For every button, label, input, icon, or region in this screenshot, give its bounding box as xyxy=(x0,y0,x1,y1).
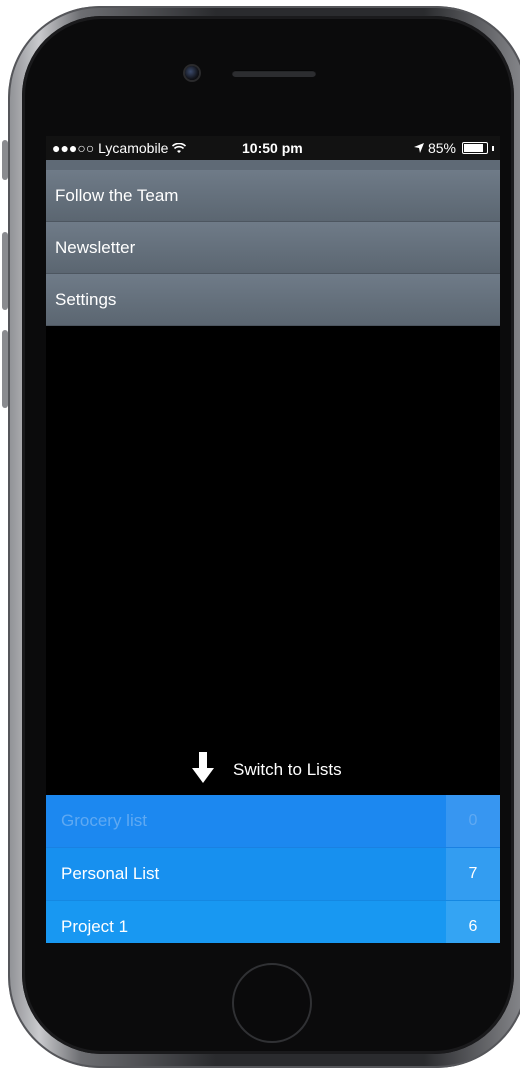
menu-item-follow-the-team[interactable]: Follow the Team xyxy=(46,170,500,222)
battery-icon xyxy=(462,142,488,154)
menu-item-newsletter[interactable]: Newsletter xyxy=(46,222,500,274)
list-name: Project 1 xyxy=(61,917,129,936)
status-time: 10:50 pm xyxy=(242,140,303,156)
home-button[interactable] xyxy=(232,963,312,1043)
list-name: Personal List xyxy=(61,864,160,883)
side-menu: Follow the Team Newsletter Settings xyxy=(46,170,500,326)
lists-panel: Grocery list 0 Personal List 7 Project 1… xyxy=(46,795,500,943)
volume-up-button xyxy=(2,232,8,310)
screen: ●●●○○ Lycamobile 10:50 pm 85% Follow the… xyxy=(46,136,500,943)
wifi-icon xyxy=(172,140,187,156)
front-camera xyxy=(185,66,199,80)
arrow-down-icon xyxy=(192,752,214,784)
list-count: 0 xyxy=(446,795,500,847)
switch-to-lists-label: Switch to Lists xyxy=(233,760,342,779)
switch-to-lists-button[interactable]: Switch to Lists xyxy=(46,748,500,790)
volume-down-button xyxy=(2,330,8,408)
mute-switch xyxy=(2,140,8,180)
list-item-personal[interactable]: Personal List 7 xyxy=(46,848,500,901)
earpiece-speaker xyxy=(232,70,316,77)
carrier-label: ●●●○○ Lycamobile xyxy=(52,140,169,156)
list-count: 7 xyxy=(446,848,500,900)
location-arrow-icon xyxy=(413,140,424,156)
menu-item-settings[interactable]: Settings xyxy=(46,274,500,326)
list-item-grocery[interactable]: Grocery list 0 xyxy=(46,795,500,848)
battery-percent: 85% xyxy=(427,140,456,156)
list-count: 6 xyxy=(446,901,500,943)
list-name: Grocery list xyxy=(61,811,147,830)
status-bar: ●●●○○ Lycamobile 10:50 pm 85% xyxy=(46,136,500,160)
list-item-project-1[interactable]: Project 1 6 xyxy=(46,901,500,943)
